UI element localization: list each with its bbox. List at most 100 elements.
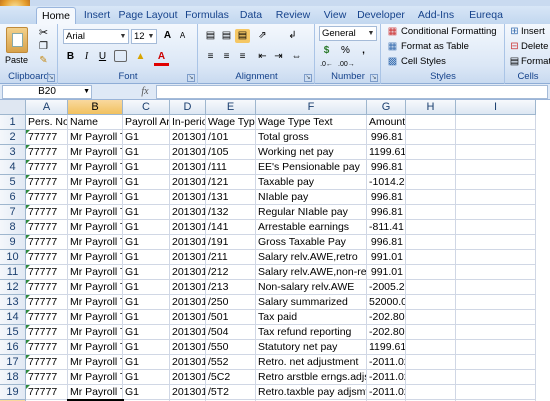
table-cell[interactable]: 201301 bbox=[170, 265, 206, 280]
table-cell[interactable]: Retro.taxble pay adjsmt. bbox=[256, 385, 367, 400]
row-header[interactable]: 1 bbox=[0, 115, 26, 130]
table-cell[interactable]: Mr Payroll Test bbox=[68, 340, 123, 355]
table-cell[interactable]: -2005.22 bbox=[367, 280, 406, 295]
decrease-indent-icon[interactable]: ⇤ bbox=[255, 50, 270, 64]
table-cell[interactable]: Mr Payroll Test bbox=[68, 205, 123, 220]
table-cell[interactable]: Mr Payroll Test bbox=[68, 370, 123, 385]
table-cell[interactable] bbox=[456, 220, 536, 235]
table-cell[interactable]: 201301 bbox=[170, 205, 206, 220]
table-cell[interactable] bbox=[406, 310, 456, 325]
table-cell[interactable]: 77777 bbox=[26, 340, 68, 355]
column-header-a[interactable]: A bbox=[26, 100, 68, 115]
table-cell[interactable]: 201301 bbox=[170, 370, 206, 385]
table-cell[interactable]: Mr Payroll Test bbox=[68, 190, 123, 205]
tab-view[interactable]: View bbox=[320, 7, 350, 24]
row-header[interactable]: 7 bbox=[0, 205, 26, 220]
header-cell[interactable]: Pers. No. bbox=[26, 115, 68, 130]
table-cell[interactable] bbox=[406, 190, 456, 205]
font-size-select[interactable]: 12 ▼ bbox=[131, 29, 157, 44]
column-header-i[interactable]: I bbox=[456, 100, 536, 115]
align-center-icon[interactable]: ≡ bbox=[219, 50, 234, 64]
align-top-icon[interactable]: ▤ bbox=[203, 29, 218, 43]
table-cell[interactable]: Tax refund reporting bbox=[256, 325, 367, 340]
table-cell[interactable]: -2011.02 bbox=[367, 370, 406, 385]
table-cell[interactable]: Retro. net adjustment bbox=[256, 355, 367, 370]
table-cell[interactable]: Mr Payroll Test bbox=[68, 235, 123, 250]
table-cell[interactable]: 996.81 bbox=[367, 205, 406, 220]
table-cell[interactable]: /131 bbox=[206, 190, 256, 205]
table-cell[interactable] bbox=[406, 385, 456, 400]
table-cell[interactable]: 1199.61 bbox=[367, 145, 406, 160]
table-cell[interactable] bbox=[406, 250, 456, 265]
table-cell[interactable]: Tax paid bbox=[256, 310, 367, 325]
table-cell[interactable]: 77777 bbox=[26, 280, 68, 295]
font-name-select[interactable]: Arial ▼ bbox=[63, 29, 129, 44]
table-cell[interactable]: G1 bbox=[123, 190, 170, 205]
table-cell[interactable]: 77777 bbox=[26, 220, 68, 235]
shrink-font-button[interactable]: A bbox=[175, 29, 190, 43]
table-cell[interactable]: /212 bbox=[206, 265, 256, 280]
table-cell[interactable] bbox=[406, 355, 456, 370]
table-cell[interactable]: G1 bbox=[123, 130, 170, 145]
percent-button[interactable]: % bbox=[338, 44, 353, 58]
table-cell[interactable]: G1 bbox=[123, 235, 170, 250]
italic-button[interactable]: I bbox=[79, 50, 94, 64]
row-header[interactable]: 3 bbox=[0, 145, 26, 160]
format-button[interactable]: Format bbox=[521, 55, 550, 69]
tab-page-layout[interactable]: Page Layout bbox=[118, 7, 178, 24]
table-cell[interactable]: 201301 bbox=[170, 355, 206, 370]
number-format-select[interactable]: General ▼ bbox=[319, 26, 377, 41]
table-cell[interactable]: Mr Payroll Test bbox=[68, 280, 123, 295]
column-header-e[interactable]: E bbox=[206, 100, 256, 115]
table-cell[interactable]: G1 bbox=[123, 205, 170, 220]
table-cell[interactable]: G1 bbox=[123, 325, 170, 340]
table-cell[interactable]: 996.81 bbox=[367, 235, 406, 250]
table-cell[interactable]: 201301 bbox=[170, 385, 206, 400]
alignment-launcher-icon[interactable]: ↘ bbox=[304, 74, 312, 82]
tab-review[interactable]: Review bbox=[272, 7, 314, 24]
table-cell[interactable]: 77777 bbox=[26, 160, 68, 175]
copy-icon[interactable]: ❐ bbox=[36, 40, 51, 54]
row-header[interactable]: 18 bbox=[0, 370, 26, 385]
decrease-decimal-icon[interactable]: .00→ bbox=[338, 58, 355, 72]
table-cell[interactable] bbox=[406, 295, 456, 310]
tab-home[interactable]: Home bbox=[36, 7, 76, 24]
table-cell[interactable]: Working net pay bbox=[256, 145, 367, 160]
table-cell[interactable]: Mr Payroll Test bbox=[68, 355, 123, 370]
font-launcher-icon[interactable]: ↘ bbox=[187, 74, 195, 82]
insert-button[interactable]: Insert bbox=[521, 25, 545, 39]
table-cell[interactable]: -202.80 bbox=[367, 310, 406, 325]
table-cell[interactable]: 996.81 bbox=[367, 190, 406, 205]
table-cell[interactable] bbox=[406, 325, 456, 340]
cut-icon[interactable]: ✂ bbox=[36, 26, 51, 40]
row-header[interactable]: 8 bbox=[0, 220, 26, 235]
table-cell[interactable]: /105 bbox=[206, 145, 256, 160]
currency-button[interactable]: $ bbox=[319, 44, 334, 58]
table-cell[interactable]: 201301 bbox=[170, 295, 206, 310]
table-cell[interactable]: G1 bbox=[123, 280, 170, 295]
delete-button[interactable]: Delete bbox=[521, 40, 548, 54]
table-cell[interactable]: 77777 bbox=[26, 370, 68, 385]
table-cell[interactable]: /111 bbox=[206, 160, 256, 175]
header-cell[interactable]: Wage Type bbox=[206, 115, 256, 130]
format-painter-icon[interactable]: ✎ bbox=[36, 54, 51, 68]
align-bottom-icon[interactable]: ▤ bbox=[235, 29, 250, 43]
row-header[interactable]: 19 bbox=[0, 385, 26, 400]
worksheet-grid[interactable]: ABCDEFGHI 1Pers. No.NamePayroll AreaIn-pe… bbox=[0, 100, 550, 401]
formula-input[interactable] bbox=[156, 85, 548, 99]
column-header-g[interactable]: G bbox=[367, 100, 406, 115]
table-cell[interactable]: 201301 bbox=[170, 220, 206, 235]
tab-developer[interactable]: Developer bbox=[356, 7, 406, 24]
merge-center-icon[interactable]: ⇔ bbox=[289, 50, 304, 64]
table-cell[interactable] bbox=[456, 355, 536, 370]
borders-icon[interactable] bbox=[114, 50, 127, 62]
table-cell[interactable]: 991.01 bbox=[367, 250, 406, 265]
table-cell[interactable]: /5T2 bbox=[206, 385, 256, 400]
column-header-b[interactable]: B bbox=[68, 100, 123, 115]
header-cell[interactable] bbox=[456, 115, 536, 130]
table-cell[interactable] bbox=[456, 175, 536, 190]
table-cell[interactable]: /191 bbox=[206, 235, 256, 250]
table-cell[interactable]: 77777 bbox=[26, 355, 68, 370]
row-header[interactable]: 13 bbox=[0, 295, 26, 310]
table-cell[interactable]: 201301 bbox=[170, 340, 206, 355]
